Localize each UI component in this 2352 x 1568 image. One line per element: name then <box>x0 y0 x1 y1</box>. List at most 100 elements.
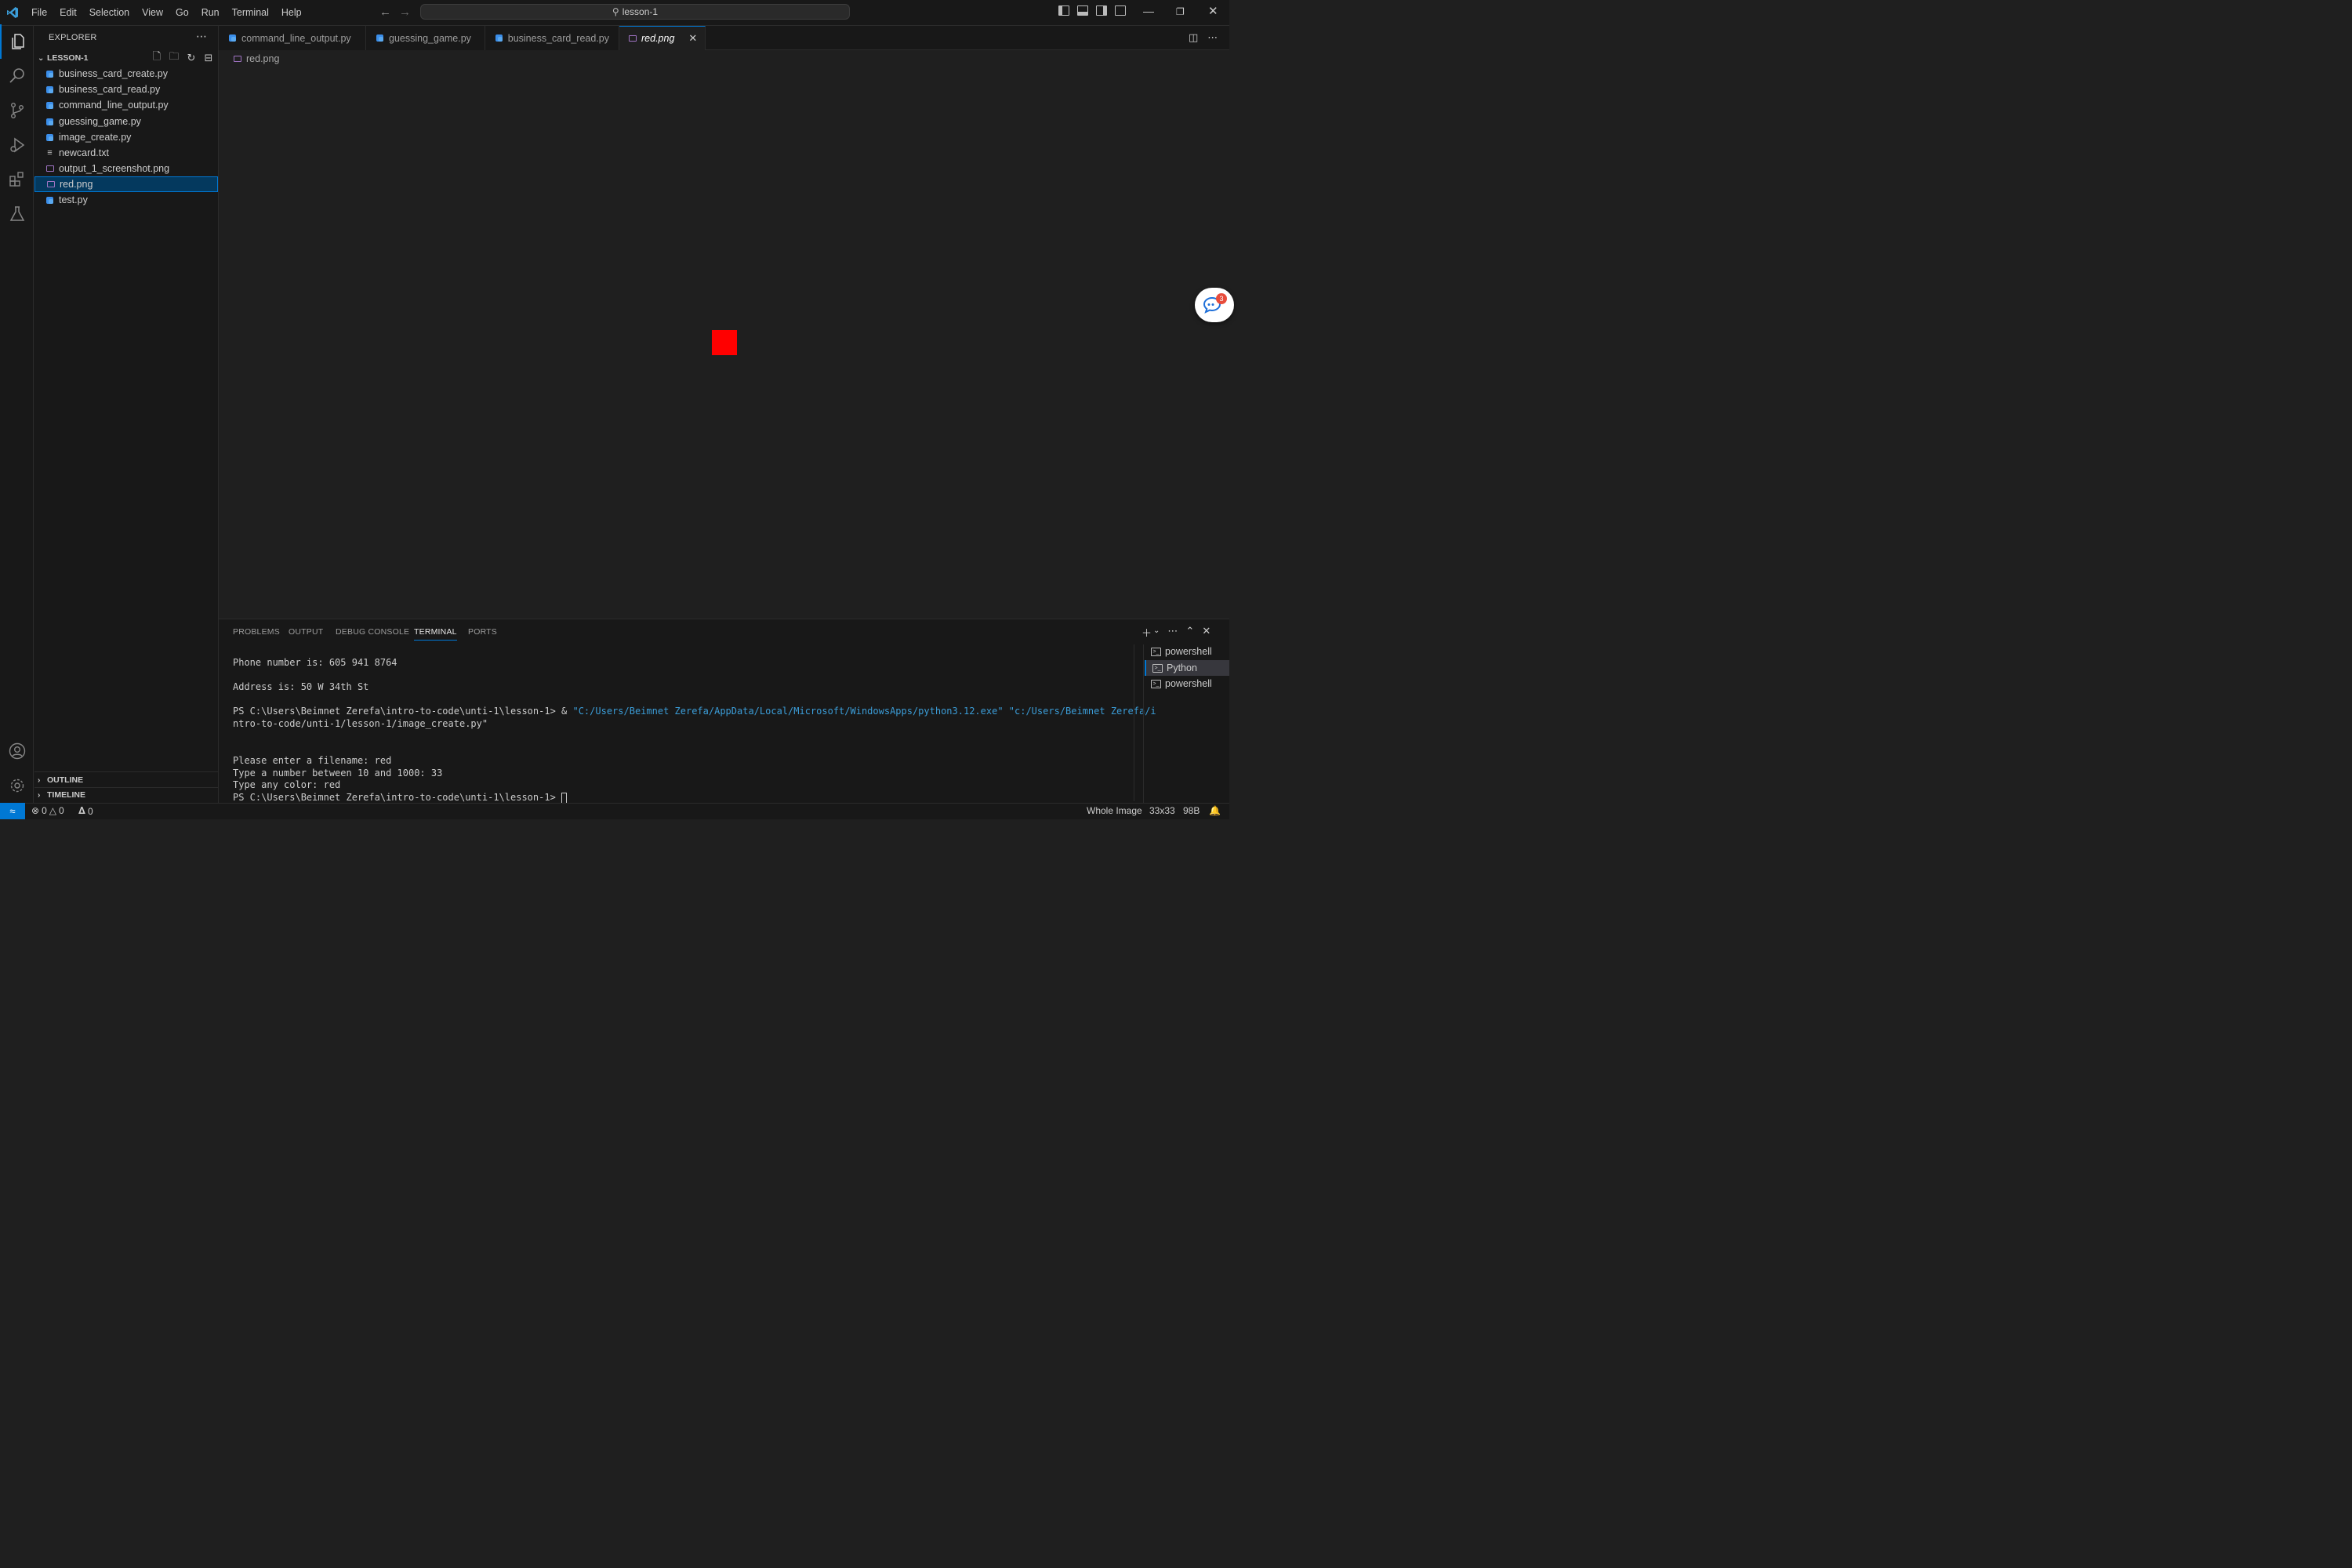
source-control-activity[interactable] <box>0 93 34 128</box>
terminal-item[interactable]: >_ powershell <box>1145 676 1229 691</box>
file-name: newcard.txt <box>59 147 109 158</box>
breadcrumb[interactable]: red.png <box>233 53 279 64</box>
nav-arrows: ← → <box>379 5 411 19</box>
menu-edit[interactable]: Edit <box>53 7 83 18</box>
maximize-panel-icon[interactable]: ⌃ <box>1185 625 1194 640</box>
problems-status[interactable]: ⊗ 0 △ 0 <box>31 805 64 816</box>
python-file-icon <box>45 70 54 78</box>
bell-icon[interactable]: 🔔 <box>1209 805 1221 816</box>
new-folder-icon[interactable]: 🗀 <box>168 50 180 64</box>
more-actions-icon[interactable]: ⋯ <box>1207 31 1218 44</box>
refresh-icon[interactable]: ↻ <box>185 52 198 64</box>
outline-section-header[interactable]: › OUTLINE <box>38 775 83 785</box>
file-name: business_card_read.py <box>59 84 161 95</box>
close-window-icon[interactable]: ✕ <box>1208 4 1218 18</box>
collapse-all-icon[interactable]: ⊟ <box>202 52 215 64</box>
terminal-icon: >_ <box>1151 679 1161 688</box>
file-name: red.png <box>60 179 93 190</box>
new-terminal-icon[interactable]: ＋ <box>1142 625 1152 640</box>
close-tab-icon[interactable]: ✕ <box>688 32 697 45</box>
python-file-icon <box>228 34 237 42</box>
file-item[interactable]: command_line_output.py <box>34 97 218 113</box>
image-preview[interactable] <box>712 330 737 355</box>
file-item[interactable]: guessing_game.py <box>34 114 218 129</box>
divider <box>34 787 218 788</box>
file-name: image_create.py <box>59 132 132 143</box>
panel-tab-terminal[interactable]: TERMINAL <box>414 627 457 641</box>
toggle-secondary-sidebar-icon[interactable] <box>1096 5 1107 16</box>
run-debug-activity[interactable] <box>0 128 34 162</box>
panel-tab-output[interactable]: OUTPUT <box>289 627 323 637</box>
toggle-panel-icon[interactable] <box>1077 5 1088 16</box>
terminal-item-active[interactable]: >_ Python <box>1145 660 1229 676</box>
copilot-chat-button[interactable]: 3 <box>1195 288 1234 322</box>
image-file-icon <box>46 180 55 189</box>
ports-status[interactable]: 𝚫 0 <box>78 805 93 817</box>
gear-icon <box>10 779 24 793</box>
tab-command-line-output[interactable]: command_line_output.py <box>219 26 366 50</box>
menu-selection[interactable]: Selection <box>83 7 136 18</box>
search-activity[interactable] <box>0 59 34 93</box>
menu-help[interactable]: Help <box>275 7 308 18</box>
extensions-activity[interactable] <box>0 162 34 197</box>
panel-tab-ports[interactable]: PORTS <box>468 627 497 637</box>
menu-file[interactable]: File <box>25 7 53 18</box>
python-file-icon <box>45 196 54 205</box>
file-size-status[interactable]: 98B <box>1183 805 1200 816</box>
terminal-item[interactable]: >_ powershell <box>1145 644 1229 659</box>
explorer-more-icon[interactable]: ⋯ <box>196 30 207 43</box>
restore-icon[interactable]: ❐ <box>1176 6 1185 17</box>
remote-indicator[interactable]: ≈ <box>0 803 25 819</box>
menu-view[interactable]: View <box>136 7 169 18</box>
vscode-logo-icon <box>7 7 18 18</box>
tab-red-png[interactable]: red.png ✕ <box>619 26 706 50</box>
terminal-dropdown-icon[interactable]: ⌄ <box>1153 626 1160 640</box>
terminal-command: "C:/Users/Beimnet Zerefa/AppData/Local/M… <box>572 706 1156 717</box>
toggle-primary-sidebar-icon[interactable] <box>1058 5 1069 16</box>
manage-activity[interactable] <box>0 768 34 803</box>
image-size-status[interactable]: 33x33 <box>1149 805 1175 816</box>
project-section-header[interactable]: ⌄ LESSON-1 <box>38 53 89 63</box>
minimize-icon[interactable]: — <box>1143 5 1154 17</box>
testing-activity[interactable] <box>0 197 34 231</box>
back-arrow-icon[interactable]: ← <box>379 5 391 19</box>
image-file-icon <box>45 165 54 173</box>
command-center-search[interactable]: ⚲ lesson-1 <box>420 4 850 20</box>
timeline-section-header[interactable]: › TIMELINE <box>38 790 85 800</box>
split-editor-icon[interactable]: ◫ <box>1189 31 1198 44</box>
notification-badge: 3 <box>1216 293 1227 304</box>
run-debug-icon <box>9 137 24 153</box>
file-item-selected[interactable]: red.png <box>34 176 218 192</box>
forward-arrow-icon[interactable]: → <box>399 5 411 19</box>
extensions-icon <box>9 172 24 187</box>
file-item[interactable]: ≡ newcard.txt <box>34 145 218 161</box>
file-item[interactable]: business_card_read.py <box>34 82 218 97</box>
file-item[interactable]: test.py <box>34 192 218 208</box>
file-item[interactable]: output_1_screenshot.png <box>34 161 218 176</box>
new-file-icon[interactable]: 🗋 <box>151 50 163 64</box>
terminal-prompt-line[interactable]: PS C:\Users\Beimnet Zerefa\intro-to-code… <box>233 792 568 804</box>
file-item[interactable]: image_create.py <box>34 129 218 145</box>
customize-layout-icon[interactable] <box>1115 5 1126 16</box>
menu-go[interactable]: Go <box>169 7 195 18</box>
file-item[interactable]: business_card_create.py <box>34 66 218 82</box>
close-panel-icon[interactable]: ✕ <box>1202 625 1210 640</box>
python-file-icon <box>495 34 503 42</box>
menu-run[interactable]: Run <box>195 7 226 18</box>
accounts-activity[interactable] <box>0 734 34 768</box>
search-icon <box>9 68 24 83</box>
terminal-line: Type any color: red <box>233 779 341 790</box>
chevron-right-icon: › <box>38 790 41 800</box>
panel-tab-debug-console[interactable]: DEBUG CONSOLE <box>336 627 409 637</box>
explorer-activity[interactable] <box>0 24 34 59</box>
breadcrumb-file: red.png <box>246 53 280 64</box>
more-actions-icon[interactable]: ⋯ <box>1167 625 1178 640</box>
menu-terminal[interactable]: Terminal <box>226 7 275 18</box>
panel-tab-problems[interactable]: PROBLEMS <box>233 627 280 637</box>
source-control-icon <box>10 103 24 119</box>
tab-business-card-read[interactable]: business_card_read.py <box>485 26 619 50</box>
tab-guessing-game[interactable]: guessing_game.py <box>366 26 485 50</box>
zoom-status[interactable]: Whole Image <box>1087 805 1142 816</box>
explorer-actions: 🗋 🗀 ↻ ⊟ <box>151 50 215 64</box>
tab-label: red.png <box>641 33 675 44</box>
